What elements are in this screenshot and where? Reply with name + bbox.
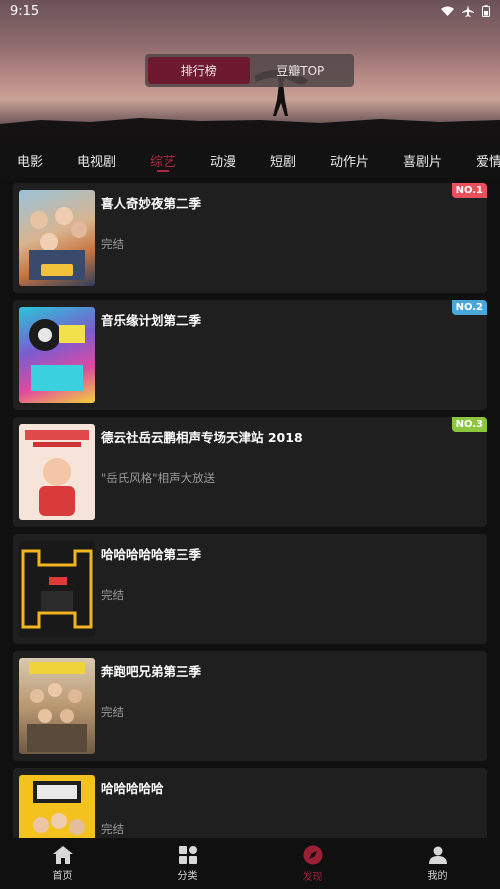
list-item[interactable]: 哈哈哈哈哈 完结 xyxy=(13,768,487,838)
active-tab-indicator xyxy=(157,170,169,172)
user-icon xyxy=(428,846,447,864)
status-bar: 9:15 xyxy=(0,0,500,22)
status-time: 9:15 xyxy=(10,3,40,19)
nav-mine[interactable]: 我的 xyxy=(375,838,500,889)
bottom-navigation: 首页 分类 发现 我的 xyxy=(0,838,500,889)
grid-icon xyxy=(178,845,197,864)
item-title: 喜人奇妙夜第二季 xyxy=(101,196,202,211)
nav-discover-label: 发现 xyxy=(302,871,323,883)
rank-badge: NO.3 xyxy=(451,417,487,432)
tab-tv-series[interactable]: 电视剧 xyxy=(77,151,116,170)
airplane-icon xyxy=(462,5,474,17)
segmented-control: 排行榜 豆瓣TOP xyxy=(145,54,354,87)
item-subtitle: "岳氏风格"相声大放送 xyxy=(101,471,216,485)
tab-action[interactable]: 动作片 xyxy=(330,151,369,170)
tab-romance[interactable]: 爱情 xyxy=(476,151,500,170)
item-title: 奔跑吧兄弟第三季 xyxy=(101,664,202,679)
nav-category[interactable]: 分类 xyxy=(125,838,250,889)
battery-icon xyxy=(482,5,490,17)
ranking-list: 喜人奇妙夜第二季 完结 NO.1 音乐缘计划第二季 NO.2 德云社岳云鹏相声专… xyxy=(0,178,500,838)
poster-thumbnail xyxy=(19,658,95,754)
tab-comedy[interactable]: 喜剧片 xyxy=(403,151,442,170)
nav-category-label: 分类 xyxy=(177,870,198,882)
item-title: 哈哈哈哈哈 xyxy=(101,781,164,796)
home-icon xyxy=(52,845,73,864)
list-item[interactable]: 德云社岳云鹏相声专场天津站 2018 "岳氏风格"相声大放送 NO.3 xyxy=(13,417,487,527)
segment-douban-top[interactable]: 豆瓣TOP xyxy=(250,57,352,84)
item-subtitle: 完结 xyxy=(101,237,124,251)
item-title: 德云社岳云鹏相声专场天津站 2018 xyxy=(101,430,303,445)
tab-variety[interactable]: 综艺 xyxy=(150,151,176,170)
rank-badge: NO.1 xyxy=(451,183,487,198)
wifi-icon xyxy=(441,6,454,16)
list-item[interactable]: 音乐缘计划第二季 NO.2 xyxy=(13,300,487,410)
rank-badge: NO.2 xyxy=(451,300,487,315)
item-title: 哈哈哈哈哈第三季 xyxy=(101,547,202,562)
nav-home-label: 首页 xyxy=(52,870,73,882)
category-tabs: 电影 电视剧 综艺 动漫 短剧 动作片 喜剧片 爱情 xyxy=(0,142,500,178)
compass-icon xyxy=(303,845,322,864)
nav-discover[interactable]: 发现 xyxy=(250,838,375,889)
poster-thumbnail xyxy=(19,190,95,286)
segment-ranking[interactable]: 排行榜 xyxy=(148,57,250,84)
list-item[interactable]: 哈哈哈哈哈第三季 完结 xyxy=(13,534,487,644)
item-subtitle: 完结 xyxy=(101,705,124,719)
nav-mine-label: 我的 xyxy=(427,870,448,882)
tab-short-drama[interactable]: 短剧 xyxy=(270,151,296,170)
poster-thumbnail xyxy=(19,541,95,637)
item-subtitle: 完结 xyxy=(101,588,124,602)
item-subtitle: 完结 xyxy=(101,822,124,836)
poster-thumbnail xyxy=(19,424,95,520)
poster-thumbnail xyxy=(19,307,95,403)
list-item[interactable]: 奔跑吧兄弟第三季 完结 xyxy=(13,651,487,761)
nav-home[interactable]: 首页 xyxy=(0,838,125,889)
poster-thumbnail xyxy=(19,775,95,838)
list-item[interactable]: 喜人奇妙夜第二季 完结 NO.1 xyxy=(13,183,487,293)
tab-movie[interactable]: 电影 xyxy=(17,151,43,170)
item-title: 音乐缘计划第二季 xyxy=(101,313,202,328)
tab-anime[interactable]: 动漫 xyxy=(210,151,236,170)
